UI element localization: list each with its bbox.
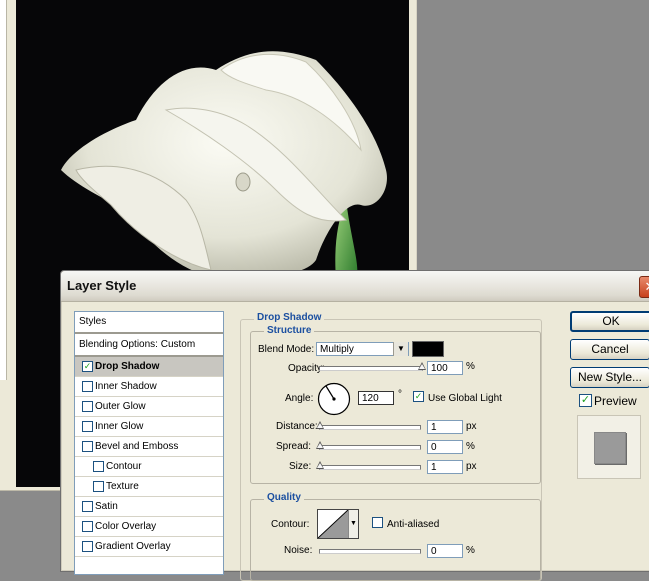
style-item-label: Inner Shadow xyxy=(95,381,157,392)
style-item-texture[interactable]: Texture xyxy=(75,477,223,497)
styles-list: Styles Blending Options: Custom ✓ Drop Sh… xyxy=(74,311,224,575)
noise-input[interactable]: 0 xyxy=(427,544,463,558)
style-item-gradient-overlay[interactable]: Gradient Overlay xyxy=(75,537,223,557)
chevron-down-icon: ▼ xyxy=(348,510,358,538)
style-item-drop-shadow[interactable]: ✓ Drop Shadow xyxy=(75,357,223,377)
blending-options-item[interactable]: Blending Options: Custom xyxy=(75,334,223,357)
anti-aliased-checkbox[interactable] xyxy=(372,517,383,528)
style-item-checkbox[interactable] xyxy=(82,521,93,532)
style-item-label: Color Overlay xyxy=(95,521,157,532)
angle-dial[interactable] xyxy=(317,382,351,416)
preview-label: Preview xyxy=(594,394,637,408)
ok-button[interactable]: OK xyxy=(570,311,649,332)
preview-checkbox[interactable]: ✓ xyxy=(579,394,592,407)
contour-preview-icon xyxy=(318,510,348,538)
size-unit: px xyxy=(466,461,477,472)
cancel-button[interactable]: Cancel xyxy=(570,339,649,360)
close-button[interactable]: ✕ xyxy=(639,276,649,298)
size-slider-thumb[interactable] xyxy=(316,461,324,469)
layer-style-dialog: Layer Style ✕ Styles Blending Options: C… xyxy=(60,270,649,581)
use-global-light-label: Use Global Light xyxy=(428,393,502,404)
style-item-checkbox[interactable] xyxy=(82,501,93,512)
style-item-inner-glow[interactable]: Inner Glow xyxy=(75,417,223,437)
opacity-unit: % xyxy=(466,361,475,372)
style-item-outer-glow[interactable]: Outer Glow xyxy=(75,397,223,417)
style-item-label: Inner Glow xyxy=(95,421,144,432)
style-item-checkbox[interactable] xyxy=(93,461,104,472)
style-item-checkbox[interactable] xyxy=(82,381,93,392)
size-input[interactable]: 1 xyxy=(427,460,463,474)
blend-mode-label: Blend Mode: xyxy=(258,344,315,355)
quality-title: Quality xyxy=(264,492,304,503)
opacity-slider[interactable] xyxy=(319,362,426,371)
opacity-input[interactable]: 100 xyxy=(427,361,463,375)
dialog-titlebar[interactable]: Layer Style ✕ xyxy=(61,271,649,302)
distance-input[interactable]: 1 xyxy=(427,420,463,434)
use-global-light-checkbox[interactable]: ✓ xyxy=(413,391,424,402)
structure-title: Structure xyxy=(264,325,315,336)
distance-slider-thumb[interactable] xyxy=(316,421,324,429)
angle-label: Angle: xyxy=(285,393,314,404)
style-item-satin[interactable]: Satin xyxy=(75,497,223,517)
opacity-slider-thumb[interactable] xyxy=(418,362,426,370)
shadow-color-swatch[interactable] xyxy=(412,341,444,357)
spread-unit: % xyxy=(466,441,475,452)
style-item-checkbox[interactable] xyxy=(82,401,93,412)
style-item-label: Satin xyxy=(95,501,118,512)
style-item-label: Bevel and Emboss xyxy=(95,441,179,452)
style-item-checkbox[interactable] xyxy=(82,441,93,452)
noise-label: Noise: xyxy=(284,545,313,556)
style-item-color-overlay[interactable]: Color Overlay xyxy=(75,517,223,537)
dialog-title: Layer Style xyxy=(67,278,137,293)
contour-picker[interactable]: ▼ xyxy=(317,509,359,539)
preview-swatch xyxy=(594,432,626,464)
document-scrollbar[interactable] xyxy=(0,0,7,380)
styles-header-label: Styles xyxy=(79,316,107,327)
anti-aliased-label: Anti-aliased xyxy=(387,519,440,530)
angle-unit: ° xyxy=(398,389,402,400)
style-item-label: Gradient Overlay xyxy=(95,541,171,552)
style-item-contour[interactable]: Contour xyxy=(75,457,223,477)
style-item-label: Outer Glow xyxy=(95,401,146,412)
size-slider[interactable] xyxy=(316,461,421,470)
drop-shadow-title: Drop Shadow xyxy=(254,312,325,323)
style-item-checkbox[interactable] xyxy=(82,421,93,432)
style-item-label: Contour xyxy=(106,461,142,472)
styles-header[interactable]: Styles xyxy=(75,312,223,334)
spread-input[interactable]: 0 xyxy=(427,440,463,454)
quality-group xyxy=(250,499,541,581)
chevron-down-icon: ▼ xyxy=(393,342,408,356)
new-style-button[interactable]: New Style... xyxy=(570,367,649,388)
spread-slider[interactable] xyxy=(316,441,421,450)
distance-slider[interactable] xyxy=(316,421,421,430)
style-item-inner-shadow[interactable]: Inner Shadow xyxy=(75,377,223,397)
style-item-label: Drop Shadow xyxy=(95,361,160,372)
spread-label: Spread: xyxy=(276,441,312,452)
spread-slider-thumb[interactable] xyxy=(316,441,324,449)
preview-box xyxy=(577,415,641,479)
size-label: Size: xyxy=(289,461,312,472)
noise-unit: % xyxy=(466,545,475,556)
style-item-checkbox[interactable] xyxy=(93,481,104,492)
blend-mode-select[interactable]: Multiply ▼ xyxy=(316,342,409,356)
blending-options-label: Blending Options: Custom xyxy=(79,339,196,350)
style-item-label: Texture xyxy=(106,481,139,492)
style-item-bevel-and-emboss[interactable]: Bevel and Emboss xyxy=(75,437,223,457)
style-item-checkbox[interactable]: ✓ xyxy=(82,361,93,372)
distance-unit: px xyxy=(466,421,477,432)
distance-label: Distance: xyxy=(276,421,318,432)
contour-label: Contour: xyxy=(271,519,310,530)
angle-input[interactable]: 120 xyxy=(358,391,394,405)
style-item-checkbox[interactable] xyxy=(82,541,93,552)
blend-mode-value: Multiply xyxy=(320,344,354,355)
